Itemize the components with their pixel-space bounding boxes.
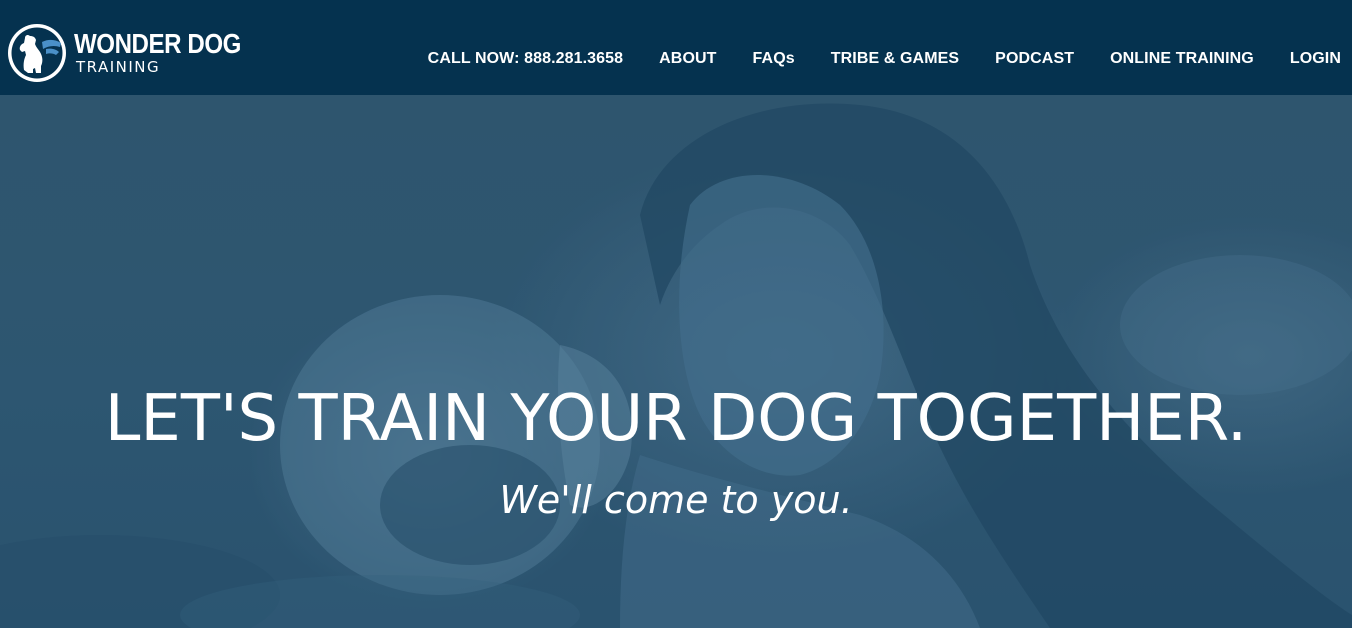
nav-online-training[interactable]: ONLINE TRAINING bbox=[1110, 47, 1254, 71]
dog-silhouette-icon bbox=[8, 24, 66, 82]
page: WONDER DOG TRAINING CALL NOW: 888.281.36… bbox=[0, 0, 1352, 628]
nav-podcast[interactable]: PODCAST bbox=[995, 47, 1074, 71]
brand-name: WONDER DOG bbox=[74, 28, 241, 59]
logo-text: WONDER DOG TRAINING bbox=[74, 28, 268, 77]
hero-heading: LET'S TRAIN YOUR DOG TOGETHER. bbox=[104, 382, 1248, 456]
site-header: WONDER DOG TRAINING CALL NOW: 888.281.36… bbox=[0, 0, 1352, 95]
nav-login[interactable]: LOGIN bbox=[1290, 47, 1341, 71]
hero-section: LET'S TRAIN YOUR DOG TOGETHER. We'll com… bbox=[0, 95, 1352, 628]
hero-content: LET'S TRAIN YOUR DOG TOGETHER. We'll com… bbox=[0, 95, 1352, 628]
nav-tribe-games[interactable]: TRIBE & GAMES bbox=[831, 47, 959, 71]
brand-tagline: TRAINING bbox=[76, 58, 161, 76]
logo-link[interactable]: WONDER DOG TRAINING bbox=[6, 22, 241, 84]
hero-subheading: We'll come to you. bbox=[499, 478, 853, 522]
nav-faqs[interactable]: FAQs bbox=[753, 47, 795, 71]
main-nav: CALL NOW: 888.281.3658 ABOUT FAQs TRIBE … bbox=[392, 47, 1341, 71]
nav-about[interactable]: ABOUT bbox=[659, 47, 716, 71]
nav-call-now[interactable]: CALL NOW: 888.281.3658 bbox=[428, 47, 623, 71]
